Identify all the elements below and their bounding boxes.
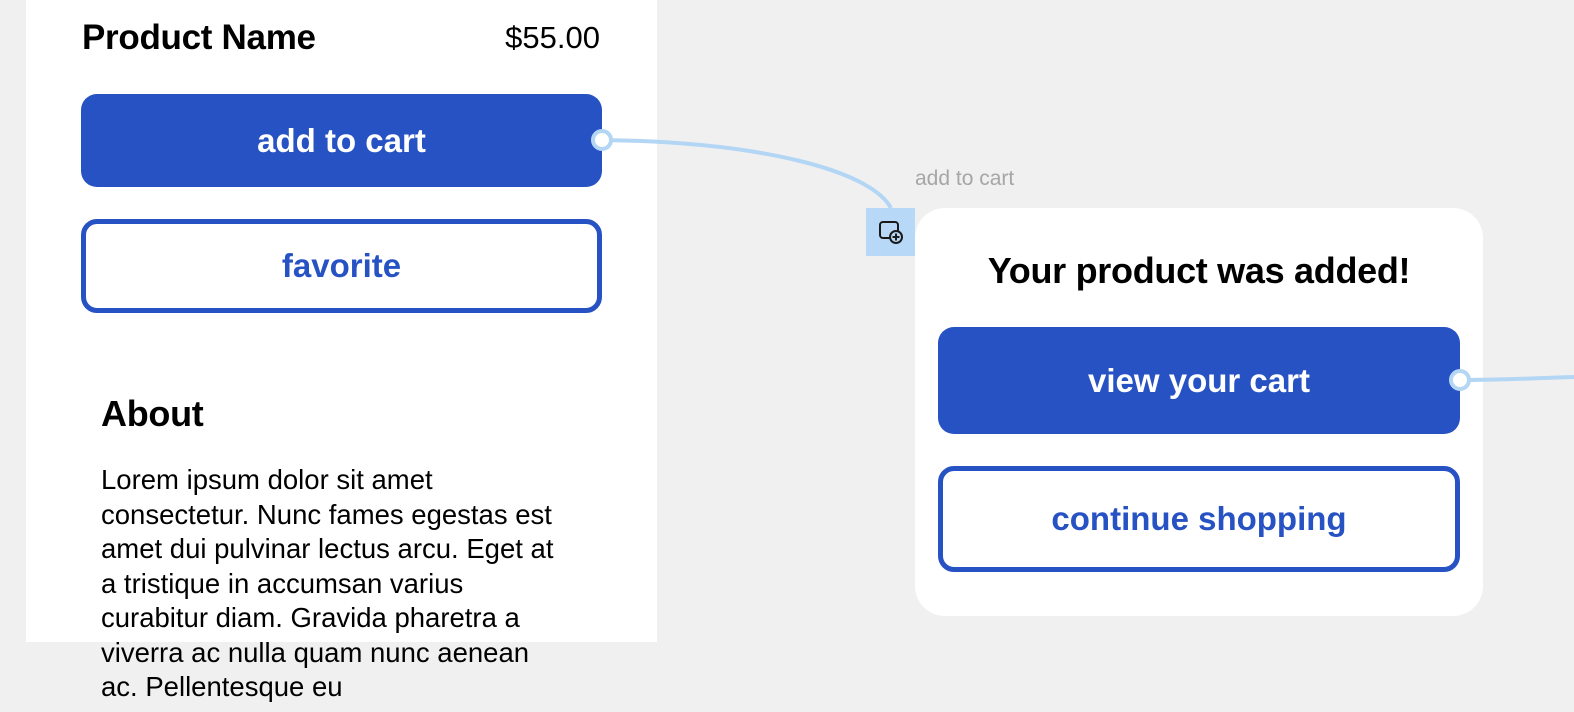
connection-handle-view-cart[interactable]: [1449, 369, 1471, 391]
connection-handle-add-to-cart[interactable]: [591, 129, 613, 151]
overlay-add-icon: [878, 221, 903, 244]
add-to-cart-button[interactable]: add to cart: [81, 94, 602, 187]
product-price: $55.00: [505, 20, 600, 55]
overlay-badge[interactable]: [866, 208, 915, 256]
connection-trigger-label: add to cart: [915, 167, 1015, 190]
favorite-button[interactable]: favorite: [81, 219, 602, 313]
continue-shopping-button[interactable]: continue shopping: [938, 466, 1460, 572]
modal-title: Your product was added!: [987, 250, 1411, 291]
about-heading: About: [101, 393, 204, 434]
product-name: Product Name: [82, 18, 316, 57]
view-cart-button[interactable]: view your cart: [938, 327, 1460, 434]
about-text: Lorem ipsum dolor sit amet consectetur. …: [101, 464, 554, 702]
